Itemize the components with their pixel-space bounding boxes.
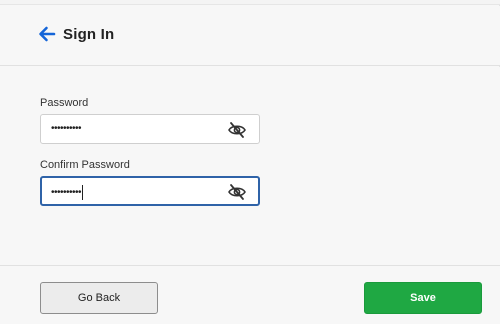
confirm-password-field[interactable]: ••••••••••: [40, 176, 260, 206]
go-back-button[interactable]: Go Back: [40, 282, 158, 314]
confirm-password-value: ••••••••••: [51, 185, 84, 200]
arrow-left-icon[interactable]: [38, 25, 56, 43]
page-title: Sign In: [63, 26, 115, 43]
password-form: Password •••••••••• Confirm Password •••…: [0, 67, 500, 265]
page-header: Sign In: [0, 6, 500, 66]
text-caret: [82, 185, 84, 200]
sign-in-window: Sign In Password •••••••••• Confirm Pass…: [0, 0, 500, 324]
password-label: Password: [40, 97, 89, 109]
eye-off-icon[interactable]: [227, 121, 247, 139]
eye-off-icon[interactable]: [227, 183, 247, 201]
page-footer: Go Back Save: [0, 265, 500, 324]
password-field[interactable]: ••••••••••: [40, 114, 260, 144]
top-border: [0, 0, 500, 5]
password-value: ••••••••••: [51, 123, 82, 134]
confirm-password-label: Confirm Password: [40, 159, 130, 171]
save-button[interactable]: Save: [364, 282, 482, 314]
